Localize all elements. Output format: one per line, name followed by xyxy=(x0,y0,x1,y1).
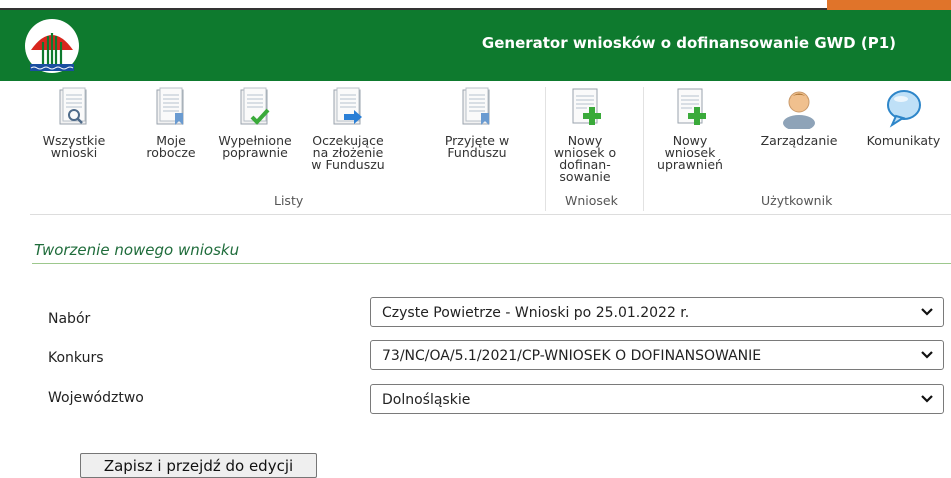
app-title: Generator wniosków o dofinansowanie GWD … xyxy=(481,34,896,52)
button-label: Wszystkie wnioski xyxy=(42,133,106,160)
speech-bubble-icon xyxy=(886,90,921,128)
button-label: Wypełnione poprawnie xyxy=(218,133,292,160)
app-header: Generator wniosków o dofinansowanie GWD … xyxy=(0,10,951,81)
my-drafts-button[interactable]: Moje robocze xyxy=(140,87,202,159)
konkurs-label: Konkurs xyxy=(48,350,104,366)
group-separator xyxy=(545,87,546,211)
nabor-select[interactable]: Czyste Powietrze - Wnioski po 25.01.2022… xyxy=(370,297,944,327)
button-label: Zarządzanie xyxy=(760,133,838,148)
document-arrow-icon xyxy=(333,87,362,125)
accepted-in-fund-button[interactable]: Przyjęte w Funduszu xyxy=(442,87,512,159)
search-document-icon xyxy=(59,87,87,125)
filled-correctly-button[interactable]: Wypełnione poprawnie xyxy=(216,87,294,159)
konkurs-value: 73/NC/OA/5.1/2021/CP-WNIOSEK O DOFINANSO… xyxy=(382,348,762,364)
button-label: Oczekujące na złożenie w Funduszu xyxy=(311,133,385,172)
document-icon xyxy=(156,87,184,125)
ribbon-toolbar: Wszystkie wnioski Moje robocze Wypełnion… xyxy=(30,81,951,215)
new-funding-application-button[interactable]: Nowy wniosek o dofinan- sowanie xyxy=(548,87,622,183)
wojewodztwo-value: Dolnośląskie xyxy=(382,392,471,408)
button-label: Komunikaty xyxy=(866,133,941,148)
chevron-down-icon xyxy=(921,351,933,359)
button-label: Moje robocze xyxy=(146,133,196,160)
nabor-value: Czyste Powietrze - Wnioski po 25.01.2022… xyxy=(382,305,690,321)
button-label: Przyjęte w Funduszu xyxy=(444,133,510,160)
all-applications-button[interactable]: Wszystkie wnioski xyxy=(42,87,106,159)
group-separator xyxy=(643,87,644,211)
new-document-plus-icon xyxy=(572,88,601,125)
document-icon xyxy=(462,87,490,125)
chevron-down-icon xyxy=(921,308,933,316)
button-label: Nowy wniosek o dofinan- sowanie xyxy=(553,133,617,184)
user-icon xyxy=(783,91,815,129)
title-underline xyxy=(32,263,951,264)
wojewodztwo-label: Województwo xyxy=(48,390,144,406)
fund-logo-icon[interactable] xyxy=(23,18,81,74)
new-permissions-application-button[interactable]: Nowy wniosek uprawnień xyxy=(650,87,730,171)
nabor-label: Nabór xyxy=(48,311,91,327)
save-and-edit-button[interactable]: Zapisz i przejdź do edycji xyxy=(80,453,317,478)
chevron-down-icon xyxy=(921,395,933,403)
button-label: Nowy wniosek uprawnień xyxy=(657,133,723,172)
group-label-user: Użytkownik xyxy=(761,193,833,208)
awaiting-submission-button[interactable]: Oczekujące na złożenie w Funduszu xyxy=(308,87,388,171)
wojewodztwo-select[interactable]: Dolnośląskie xyxy=(370,384,944,414)
group-label-lists: Listy xyxy=(274,193,304,208)
document-check-icon xyxy=(240,87,270,125)
new-document-plus-icon xyxy=(677,88,706,125)
top-strip xyxy=(0,0,951,12)
page-title: Tworzenie nowego wniosku xyxy=(34,241,240,259)
messages-button[interactable]: Komunikaty xyxy=(856,87,951,147)
konkurs-select[interactable]: 73/NC/OA/5.1/2021/CP-WNIOSEK O DOFINANSO… xyxy=(370,340,944,370)
management-button[interactable]: Zarządzanie xyxy=(748,87,850,147)
group-label-application: Wniosek xyxy=(565,193,618,208)
